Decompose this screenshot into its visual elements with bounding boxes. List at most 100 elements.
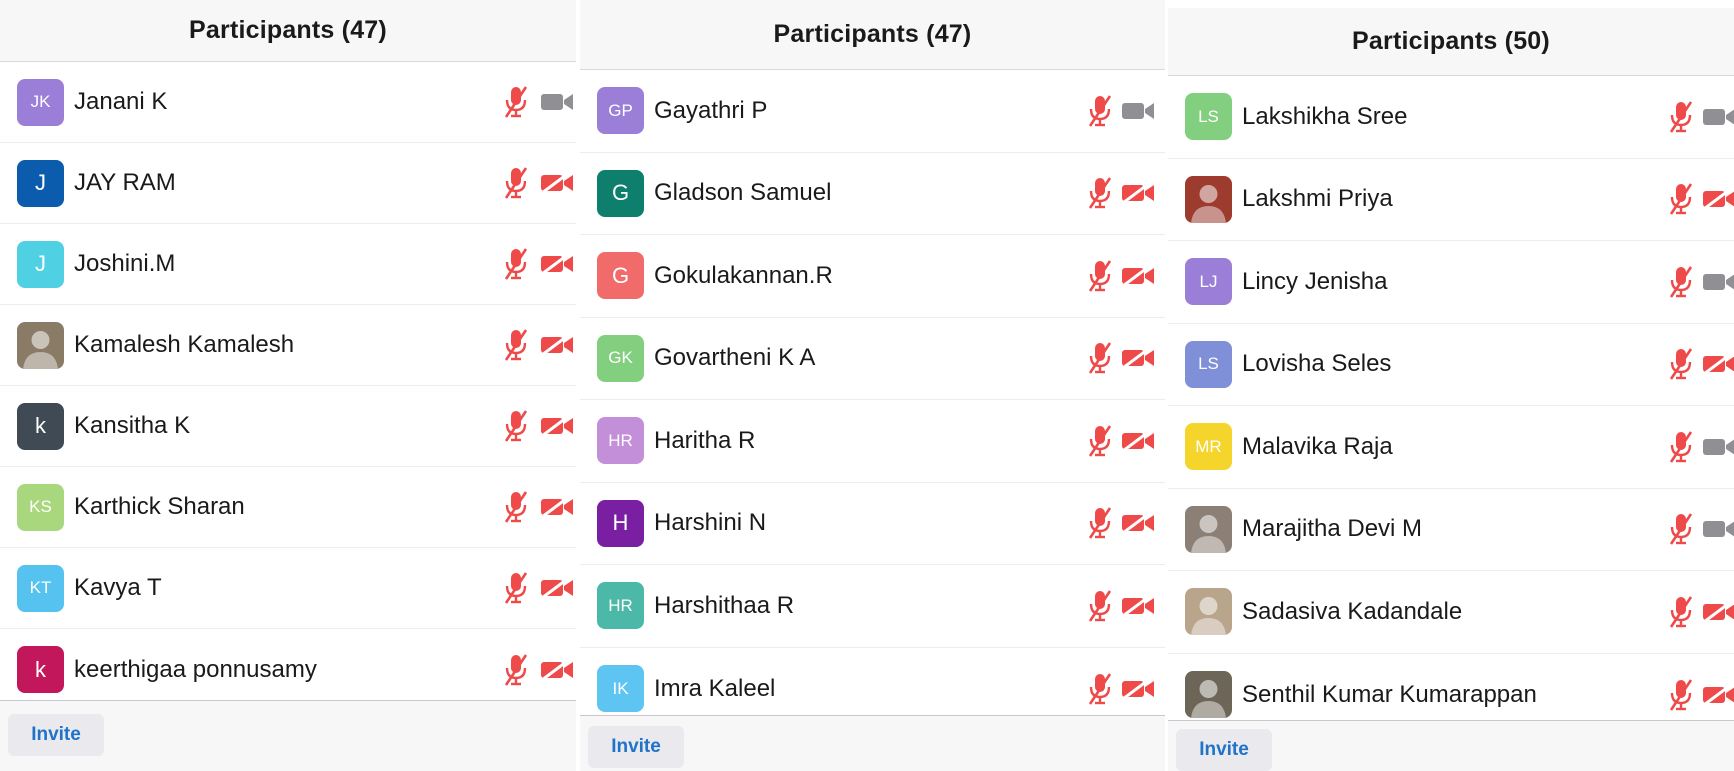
mic-muted-icon[interactable] xyxy=(1087,94,1113,128)
mic-muted-icon[interactable] xyxy=(1668,595,1694,629)
avatar: LJ xyxy=(1185,258,1232,306)
video-off-icon[interactable] xyxy=(1121,263,1155,287)
participant-row[interactable]: HR Harshithaa R xyxy=(580,565,1165,648)
participant-name: Lakshmi Priya xyxy=(1242,185,1393,213)
participant-name: Harshini N xyxy=(654,509,767,537)
mic-muted-icon[interactable] xyxy=(1087,341,1113,375)
participant-row[interactable]: GK Govartheni K A xyxy=(580,318,1165,400)
panel-footer: Invite xyxy=(580,715,1165,771)
participant-row[interactable]: Lakshmi Priya xyxy=(1168,159,1734,241)
mic-muted-icon[interactable] xyxy=(1668,347,1694,381)
mic-muted-icon[interactable] xyxy=(503,653,529,687)
participant-row[interactable]: G Gladson Samuel xyxy=(580,153,1165,235)
mic-muted-icon[interactable] xyxy=(1087,506,1113,540)
video-icon[interactable] xyxy=(1121,100,1155,122)
participant-row[interactable]: Sadasiva Kadandale xyxy=(1168,571,1734,654)
participant-name: Senthil Kumar Kumarappan xyxy=(1242,680,1537,708)
video-off-icon[interactable] xyxy=(1121,181,1155,205)
participant-row[interactable]: k Kansitha K xyxy=(0,386,576,467)
video-off-icon[interactable] xyxy=(540,332,574,357)
participant-list[interactable]: JK Janani K J JAY RAM J Joshini.M Kamalesh Kam… xyxy=(0,62,576,710)
video-off-icon[interactable] xyxy=(540,170,574,195)
participant-row[interactable]: HR Haritha R xyxy=(580,400,1165,483)
invite-button[interactable]: Invite xyxy=(588,726,684,768)
avatar-photo xyxy=(1185,175,1232,223)
mic-muted-icon[interactable] xyxy=(1668,182,1694,216)
video-off-icon[interactable] xyxy=(540,657,574,681)
video-off-icon[interactable] xyxy=(1121,346,1155,370)
invite-button[interactable]: Invite xyxy=(1176,729,1272,771)
video-off-icon[interactable] xyxy=(1702,187,1734,211)
panel-footer: Invite xyxy=(1168,720,1734,771)
participant-row[interactable]: JK Janani K xyxy=(0,62,576,143)
participant-row[interactable]: KT Kavya T xyxy=(0,548,576,629)
participant-row[interactable]: LS Lovisha Seles xyxy=(1168,324,1734,406)
video-off-icon[interactable] xyxy=(540,413,574,438)
panel-header: Participants (47) xyxy=(0,0,576,62)
video-off-icon[interactable] xyxy=(1121,511,1155,535)
participant-row[interactable]: G Gokulakannan.R xyxy=(580,235,1165,318)
participant-name: Gayathri P xyxy=(654,96,768,124)
participants-panel-1: Participants (47) JK Janani K J JAY RAM J Jos… xyxy=(0,0,576,771)
participant-name: Sadasiva Kadandale xyxy=(1242,597,1463,625)
avatar: MR xyxy=(1185,423,1232,471)
participant-row[interactable]: GP Gayathri P xyxy=(580,70,1165,153)
video-off-icon[interactable] xyxy=(1121,593,1155,617)
video-off-icon[interactable] xyxy=(1702,682,1734,706)
participant-row[interactable]: Marajitha Devi M xyxy=(1168,489,1734,571)
avatar: H xyxy=(597,499,644,547)
participant-name: Janani K xyxy=(74,88,168,115)
participant-list[interactable]: GP Gayathri P G Gladson Samuel G Gokulakannan… xyxy=(580,70,1165,730)
avatar: k xyxy=(17,402,64,450)
participants-panel-2: Participants (47) GP Gayathri P G Gladson S… xyxy=(580,0,1165,771)
participant-row[interactable]: LS Lakshikha Sree xyxy=(1168,76,1734,159)
participant-row[interactable]: KS Karthick Sharan xyxy=(0,467,576,548)
avatar: G xyxy=(597,169,644,217)
video-icon[interactable] xyxy=(540,91,574,113)
mic-muted-icon[interactable] xyxy=(503,490,529,524)
video-off-icon[interactable] xyxy=(540,251,574,276)
avatar: JK xyxy=(17,78,64,126)
participant-row[interactable]: LJ Lincy Jenisha xyxy=(1168,241,1734,324)
participant-row[interactable]: k keerthigaa ponnusamy xyxy=(0,629,576,710)
video-off-icon[interactable] xyxy=(540,575,574,600)
mic-muted-icon[interactable] xyxy=(503,328,529,362)
video-off-icon[interactable] xyxy=(1121,676,1155,700)
mic-muted-icon[interactable] xyxy=(503,85,529,119)
participant-row[interactable]: J Joshini.M xyxy=(0,224,576,305)
participant-name: Gokulakannan.R xyxy=(654,261,833,289)
participant-row[interactable]: MR Malavika Raja xyxy=(1168,406,1734,489)
mic-muted-icon[interactable] xyxy=(1668,100,1694,134)
video-off-icon[interactable] xyxy=(1121,428,1155,452)
video-icon[interactable] xyxy=(1702,271,1734,293)
video-icon[interactable] xyxy=(1702,106,1734,128)
video-off-icon[interactable] xyxy=(540,494,574,519)
mic-muted-icon[interactable] xyxy=(1087,672,1113,706)
mic-muted-icon[interactable] xyxy=(1087,424,1113,458)
mic-muted-icon[interactable] xyxy=(1087,176,1113,210)
invite-button[interactable]: Invite xyxy=(8,714,104,756)
participant-row[interactable]: H Harshini N xyxy=(580,483,1165,565)
mic-muted-icon[interactable] xyxy=(1668,430,1694,464)
participant-list[interactable]: LS Lakshikha Sree Lakshmi Priya LJ Lincy Jen… xyxy=(1168,76,1734,736)
avatar-photo xyxy=(1185,671,1232,719)
participant-name: Malavika Raja xyxy=(1242,432,1393,460)
mic-muted-icon[interactable] xyxy=(1087,259,1113,293)
video-icon[interactable] xyxy=(1702,518,1734,540)
mic-muted-icon[interactable] xyxy=(1087,589,1113,623)
participant-name: Haritha R xyxy=(654,426,756,454)
mic-muted-icon[interactable] xyxy=(1668,265,1694,299)
participant-name: Govartheni K A xyxy=(654,344,816,372)
mic-muted-icon[interactable] xyxy=(1668,512,1694,546)
participant-row[interactable]: J JAY RAM xyxy=(0,143,576,224)
video-off-icon[interactable] xyxy=(1702,599,1734,623)
mic-muted-icon[interactable] xyxy=(503,166,529,200)
mic-muted-icon[interactable] xyxy=(503,409,529,443)
video-off-icon[interactable] xyxy=(1702,352,1734,376)
mic-muted-icon[interactable] xyxy=(503,247,529,281)
video-icon[interactable] xyxy=(1702,436,1734,458)
mic-muted-icon[interactable] xyxy=(503,571,529,605)
participant-name: Lincy Jenisha xyxy=(1242,267,1388,295)
participant-row[interactable]: Kamalesh Kamalesh xyxy=(0,305,576,386)
mic-muted-icon[interactable] xyxy=(1668,678,1694,712)
